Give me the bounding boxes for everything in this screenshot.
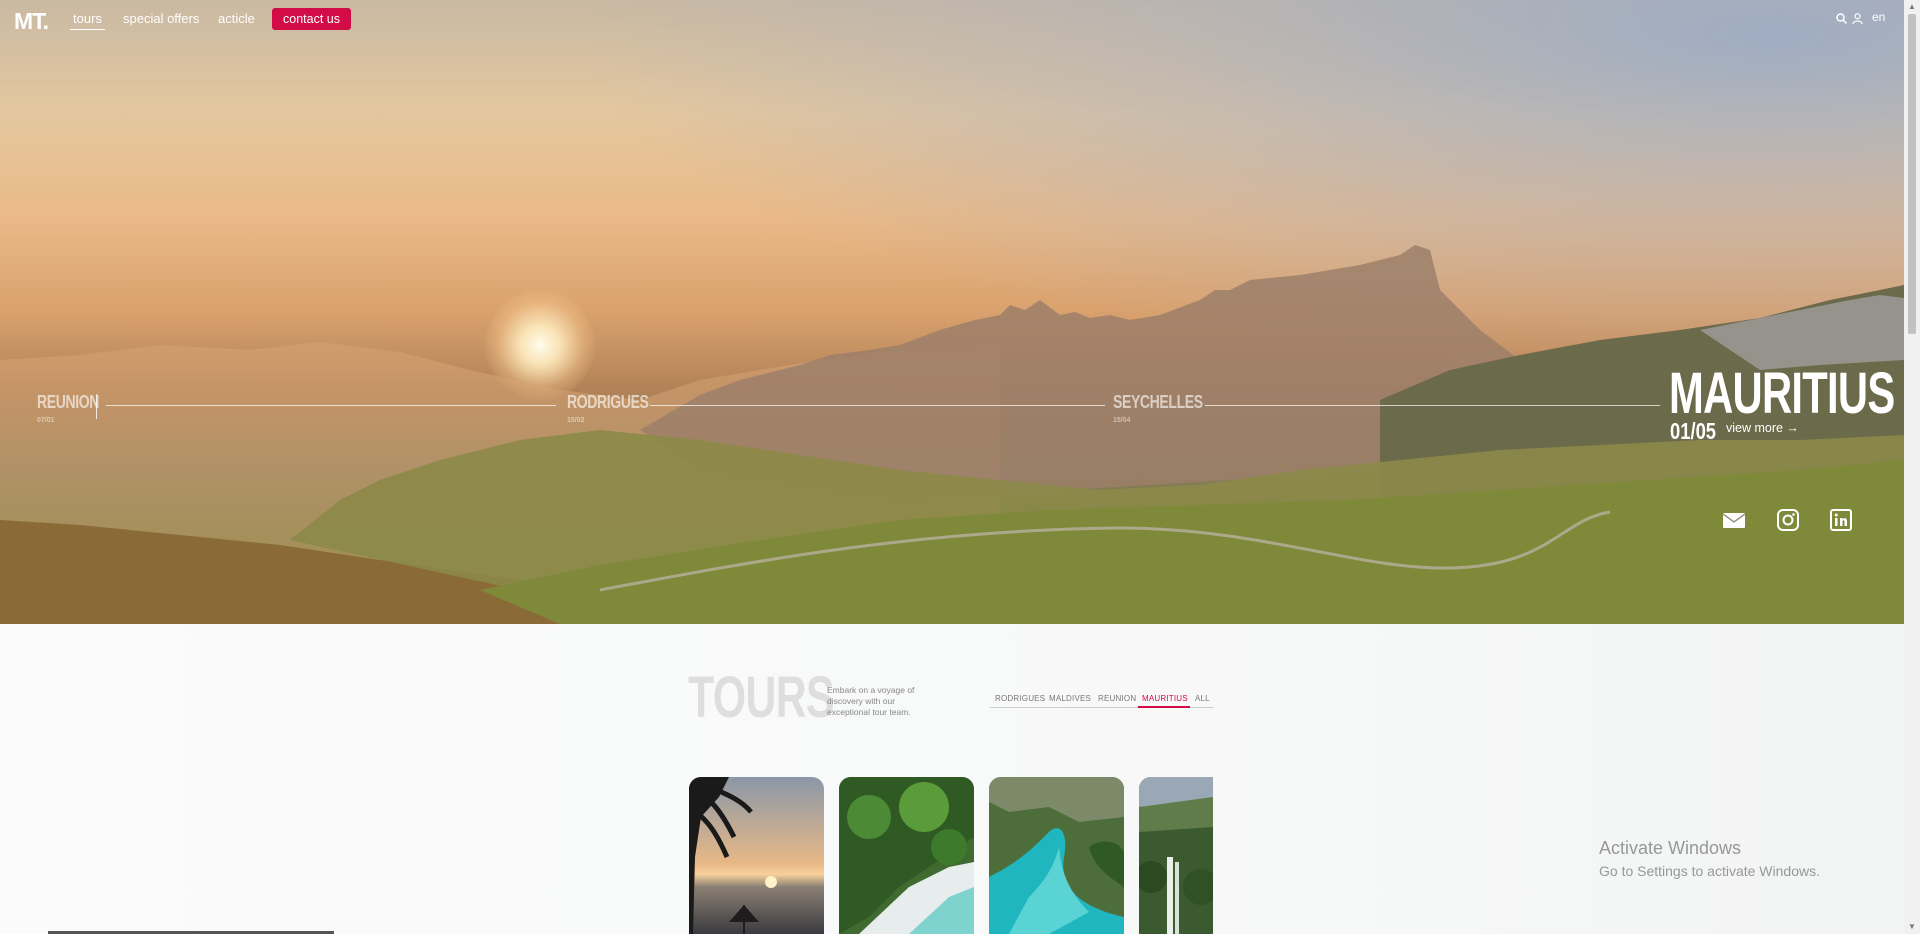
activate-subtitle: Go to Settings to activate Windows. [1599, 863, 1820, 879]
beach-sunset-image [689, 777, 824, 934]
nav-special-offers[interactable]: special offers [123, 11, 199, 26]
tour-card-lagoon-aerial[interactable] [989, 777, 1124, 934]
nav-article[interactable]: acticle [218, 11, 255, 26]
top-navigation: MT. tours special offers acticle contact… [0, 0, 1904, 40]
tours-description: Embark on a voyage of discovery with our… [827, 685, 915, 717]
timeline-line [106, 405, 556, 406]
activate-title: Activate Windows [1599, 838, 1742, 858]
filter-maldives[interactable]: MALDIVES [1049, 694, 1091, 703]
linkedin-icon[interactable] [1829, 508, 1853, 532]
filter-all[interactable]: ALL [1195, 694, 1210, 703]
view-more-link[interactable]: view more → [1726, 421, 1799, 435]
tour-card-waterfall[interactable] [1139, 777, 1213, 934]
destination-reunion[interactable]: REUNION [37, 392, 99, 413]
destination-rodrigues[interactable]: RODRIGUES [567, 392, 649, 413]
hero-banner [0, 0, 1904, 624]
destination-number: 15/02 [567, 417, 585, 424]
landscape-illustration [0, 245, 1904, 624]
filter-reunion[interactable]: REUNION [1098, 694, 1136, 703]
destination-number: 15/04 [1113, 417, 1131, 424]
windows-activation-watermark: Activate Windows Go to Settings to activ… [1599, 838, 1820, 879]
destination-number: 07/01 [37, 417, 55, 424]
scroll-down-arrow-icon[interactable]: ▼ [1908, 922, 1916, 931]
palm-beach-image [839, 777, 974, 934]
active-filter-indicator [1138, 706, 1190, 708]
user-icon[interactable] [1852, 11, 1863, 29]
lagoon-aerial-image [989, 777, 1124, 934]
instagram-icon[interactable] [1776, 508, 1800, 532]
scroll-up-arrow-icon[interactable]: ▲ [1908, 2, 1916, 11]
tours-heading: TOURS [688, 665, 834, 730]
destination-seychelles[interactable]: SEYCHELLES [1113, 392, 1203, 413]
waterfall-image [1139, 777, 1213, 934]
nav-tours[interactable]: tours [70, 11, 105, 30]
timeline-line [1205, 405, 1660, 406]
timeline-cursor [96, 394, 97, 419]
current-destination-title: MAURITIUS [1669, 361, 1895, 426]
filter-rodrigues[interactable]: RODRIGUES [995, 694, 1045, 703]
filter-mauritius[interactable]: MAURITIUS [1142, 694, 1188, 703]
logo[interactable]: MT. [14, 8, 49, 35]
contact-us-button[interactable]: contact us [272, 8, 351, 30]
search-icon[interactable] [1836, 11, 1848, 29]
language-selector[interactable]: en [1872, 10, 1885, 24]
tour-card-beach-sunset[interactable] [689, 777, 824, 934]
timeline-line [650, 405, 1105, 406]
slide-counter: 01/05 [1670, 418, 1717, 444]
mail-icon[interactable] [1722, 508, 1746, 532]
scrollbar-thumb[interactable] [1908, 14, 1916, 334]
tour-card-palm-beach[interactable] [839, 777, 974, 934]
